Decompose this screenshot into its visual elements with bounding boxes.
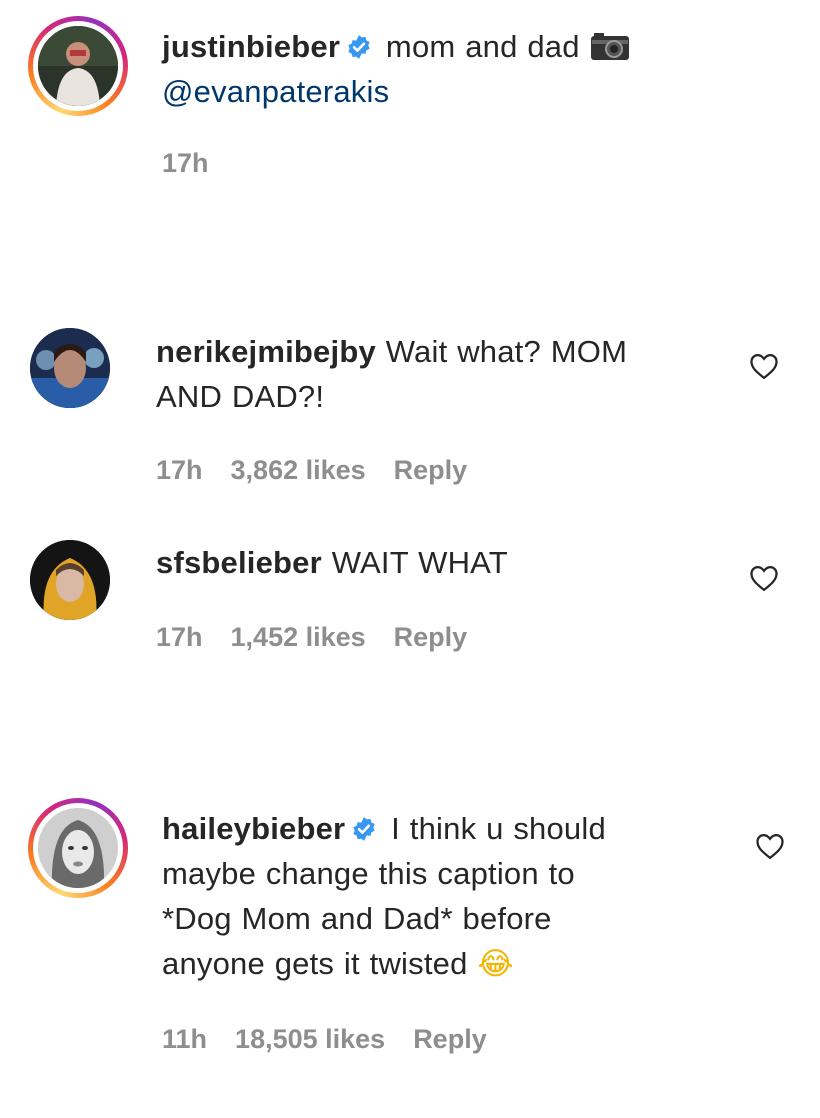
comment-likes[interactable]: 1,452 likes — [231, 622, 366, 652]
comment-username[interactable]: nerikejmibejby — [156, 334, 376, 369]
comment-username[interactable]: sfsbelieber — [156, 545, 322, 580]
comment-text-line2: maybe change this caption to — [162, 856, 575, 891]
comment-likes[interactable]: 3,862 likes — [231, 455, 366, 485]
comment-text: I think u should — [391, 811, 606, 846]
camera-icon — [590, 33, 629, 60]
reply-button[interactable]: Reply — [394, 455, 468, 485]
comment-timestamp[interactable]: 17h — [156, 455, 203, 485]
post-timestamp[interactable]: 17h — [162, 148, 209, 178]
laughing-emoji-icon: 😂 — [477, 946, 514, 982]
comment-username[interactable]: haileybieber — [162, 811, 345, 846]
reply-button[interactable]: Reply — [394, 622, 468, 652]
verified-badge-icon — [348, 35, 370, 59]
like-heart-icon[interactable] — [755, 832, 785, 860]
like-heart-icon[interactable] — [749, 564, 779, 592]
comment-text-line3: *Dog Mom and Dad* before — [162, 901, 552, 936]
mention-link[interactable]: @evanpaterakis — [162, 74, 389, 109]
verified-badge-icon — [353, 817, 375, 841]
comment-text: WAIT WHAT — [331, 545, 508, 580]
reply-button[interactable]: Reply — [413, 1024, 487, 1054]
sfsbelieber-avatar[interactable] — [30, 540, 110, 620]
comment-timestamp[interactable]: 11h — [162, 1024, 207, 1054]
like-heart-icon[interactable] — [749, 352, 779, 380]
haileybieber-avatar[interactable] — [28, 798, 128, 898]
comment-text: Wait what? MOM — [385, 334, 628, 369]
comment-timestamp[interactable]: 17h — [156, 622, 203, 652]
comment-likes[interactable]: 18,505 likes — [235, 1024, 385, 1054]
post-caption-text: mom and dad — [385, 29, 580, 64]
post-username[interactable]: justinbieber — [162, 29, 340, 64]
nerikejmibejby-avatar[interactable] — [30, 328, 110, 408]
comment-text-line4: anyone gets it twisted — [162, 946, 468, 981]
comment-text-line2: AND DAD?! — [156, 379, 325, 414]
justinbieber-avatar[interactable] — [28, 16, 128, 116]
